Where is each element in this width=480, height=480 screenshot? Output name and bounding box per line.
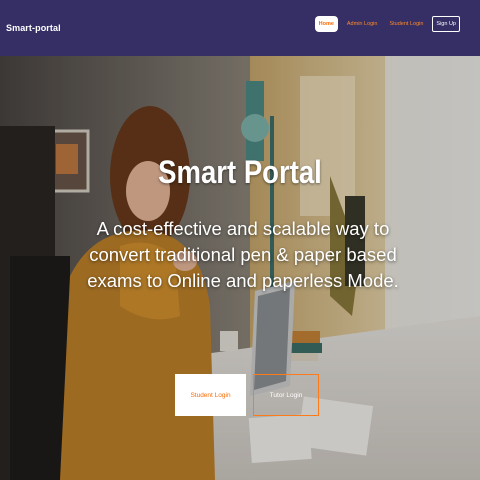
hero-subtitle: A cost-effective and scalable way to con… [87, 218, 399, 291]
brand-logo-text[interactable]: Smart-portal [6, 23, 61, 33]
hero-title: Smart Portal [158, 154, 322, 190]
nav-links: Home Admin Login Student Login Sign Up [314, 16, 460, 32]
nav-student-login-link[interactable]: Student Login [386, 17, 426, 31]
nav-home-link[interactable]: Home [314, 16, 338, 32]
tutor-login-button[interactable]: Tutor Login [253, 374, 319, 416]
nav-signup-button[interactable]: Sign Up [432, 16, 460, 32]
top-navbar: Smart-portal Home Admin Login Student Lo… [0, 0, 480, 56]
hero-section: Smart Portal A cost-effective and scalab… [0, 56, 480, 480]
nav-admin-login-link[interactable]: Admin Login [344, 17, 381, 31]
student-login-button[interactable]: Student Login [175, 374, 246, 416]
